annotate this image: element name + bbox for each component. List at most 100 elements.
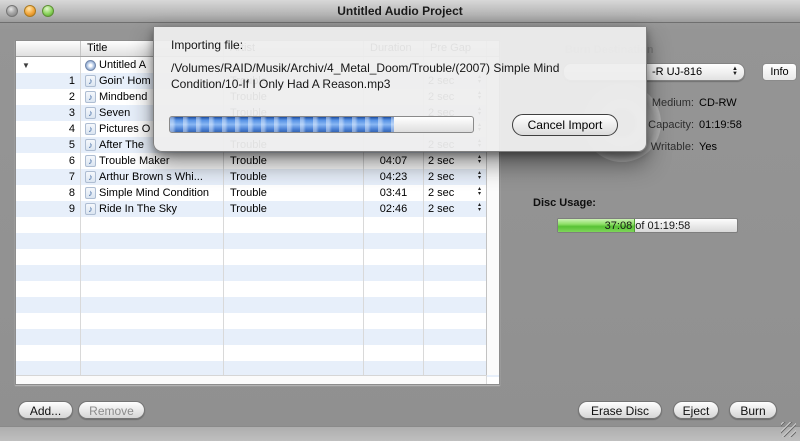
row-number-cell — [16, 265, 81, 281]
import-progress-bar — [169, 116, 474, 133]
row-number-cell: 7 — [16, 169, 81, 185]
duration-cell — [364, 233, 424, 249]
artist-cell — [224, 233, 364, 249]
artist-cell — [224, 281, 364, 297]
track-duration: 02:46 — [380, 203, 408, 215]
disc-icon — [85, 60, 96, 71]
duration-cell — [364, 249, 424, 265]
row-number-cell — [16, 233, 81, 249]
pregap-stepper[interactable]: ▴▾ — [478, 171, 481, 181]
track-title: Simple Mind Condition — [99, 187, 209, 199]
disclosure-triangle-icon[interactable]: ▼ — [22, 61, 30, 70]
title-cell — [81, 249, 224, 265]
title-cell: ♪Simple Mind Condition — [81, 185, 224, 201]
row-number-cell: ▼ — [16, 57, 81, 73]
row-number-cell — [16, 345, 81, 361]
music-note-icon: ♪ — [85, 123, 96, 135]
window-title: Untitled Audio Project — [0, 4, 800, 18]
row-number-cell — [16, 329, 81, 345]
artist-cell — [224, 265, 364, 281]
row-number: 3 — [69, 107, 75, 119]
writable-value: Yes — [699, 141, 717, 153]
artist-cell — [224, 297, 364, 313]
add-button[interactable]: Add... — [18, 401, 73, 419]
chevron-up-down-icon: ▲▼ — [732, 67, 738, 77]
title-cell: ♪Arthur Brown s Whi... — [81, 169, 224, 185]
row-number: 1 — [69, 75, 75, 87]
table-row[interactable]: 7♪Arthur Brown s Whi... Trouble 04:23 2 sec… — [16, 169, 499, 185]
table-row[interactable]: 9♪Ride In The SkyTrouble02:462 sec▴▾ — [16, 201, 499, 217]
table-row[interactable]: 8♪Simple Mind ConditionTrouble03:412 sec… — [16, 185, 499, 201]
resize-grip[interactable] — [781, 422, 796, 437]
table-row-empty — [16, 217, 499, 233]
row-number: 2 — [69, 91, 75, 103]
row-number-cell — [16, 281, 81, 297]
pregap-cell: 2 sec▴▾ — [424, 201, 487, 217]
duration-cell — [364, 217, 424, 233]
table-row-empty — [16, 249, 499, 265]
burn-button[interactable]: Burn — [729, 401, 777, 419]
track-duration: 04:23 — [380, 171, 408, 183]
music-note-icon: ♪ — [85, 171, 96, 183]
track-artist: Trouble — [230, 171, 267, 183]
title-cell: ♪Trouble Maker — [81, 153, 224, 169]
pregap-cell — [424, 297, 487, 313]
import-progress-fill — [170, 117, 394, 132]
horizontal-scrollbar[interactable] — [16, 375, 486, 384]
duration-cell — [364, 297, 424, 313]
table-row-empty — [16, 297, 499, 313]
duration-cell: 04:07 — [364, 153, 424, 169]
pregap-cell: 2 sec▴▾ — [424, 153, 487, 169]
track-artist: Trouble — [230, 187, 267, 199]
medium-value: CD-RW — [699, 97, 737, 109]
artist-cell — [224, 345, 364, 361]
row-number-cell — [16, 297, 81, 313]
track-pregap: 2 sec — [428, 187, 454, 199]
pregap-stepper[interactable]: ▴▾ — [478, 155, 481, 165]
table-row[interactable]: 6 ♪Trouble Maker Trouble 04:072 sec▴▾ — [16, 153, 499, 169]
pregap-cell — [424, 313, 487, 329]
title-cell — [81, 233, 224, 249]
track-pregap: 2 sec — [428, 171, 454, 183]
cancel-import-button[interactable]: Cancel Import — [512, 114, 618, 136]
pregap-stepper[interactable]: ▴▾ — [478, 203, 481, 213]
pregap-stepper[interactable]: ▴▾ — [478, 187, 481, 197]
track-title: Trouble Maker — [99, 155, 170, 167]
track-title: Goin' Hom — [99, 75, 151, 87]
music-note-icon: ♪ — [85, 155, 96, 167]
duration-cell — [364, 345, 424, 361]
title-cell — [81, 345, 224, 361]
row-number: 6 — [69, 155, 75, 167]
row-number-cell: 1 — [16, 73, 81, 89]
eject-button[interactable]: Eject — [673, 401, 719, 419]
row-number-cell: 9 — [16, 201, 81, 217]
artist-cell: Trouble — [224, 153, 364, 169]
track-title: Mindbend — [99, 91, 147, 103]
window-bottom-bevel — [0, 426, 800, 441]
music-note-icon: ♪ — [85, 203, 96, 215]
import-heading: Importing file: — [171, 38, 243, 52]
track-title: Pictures O — [99, 123, 150, 135]
track-title: Untitled A — [99, 59, 146, 71]
import-file-path: /Volumes/RAID/Musik/Archiv/4_Metal_Doom/… — [171, 60, 601, 92]
import-dialog: Importing file: /Volumes/RAID/Musik/Arch… — [153, 27, 647, 152]
duration-cell: 04:23 — [364, 169, 424, 185]
pregap-cell — [424, 233, 487, 249]
artist-cell: Trouble — [224, 201, 364, 217]
table-row-empty — [16, 281, 499, 297]
music-note-icon: ♪ — [85, 107, 96, 119]
duration-cell — [364, 329, 424, 345]
pregap-cell — [424, 217, 487, 233]
remove-button[interactable]: Remove — [78, 401, 145, 419]
column-header-number[interactable] — [16, 41, 81, 56]
table-row-empty — [16, 265, 499, 281]
pregap-cell — [424, 329, 487, 345]
title-bar[interactable]: Untitled Audio Project — [0, 0, 800, 23]
title-cell — [81, 265, 224, 281]
info-button[interactable]: Info — [762, 63, 797, 81]
row-number-cell: 6 — [16, 153, 81, 169]
title-cell — [81, 217, 224, 233]
erase-disc-button[interactable]: Erase Disc — [578, 401, 662, 419]
row-number-cell: 3 — [16, 105, 81, 121]
track-artist: Trouble — [230, 155, 267, 167]
